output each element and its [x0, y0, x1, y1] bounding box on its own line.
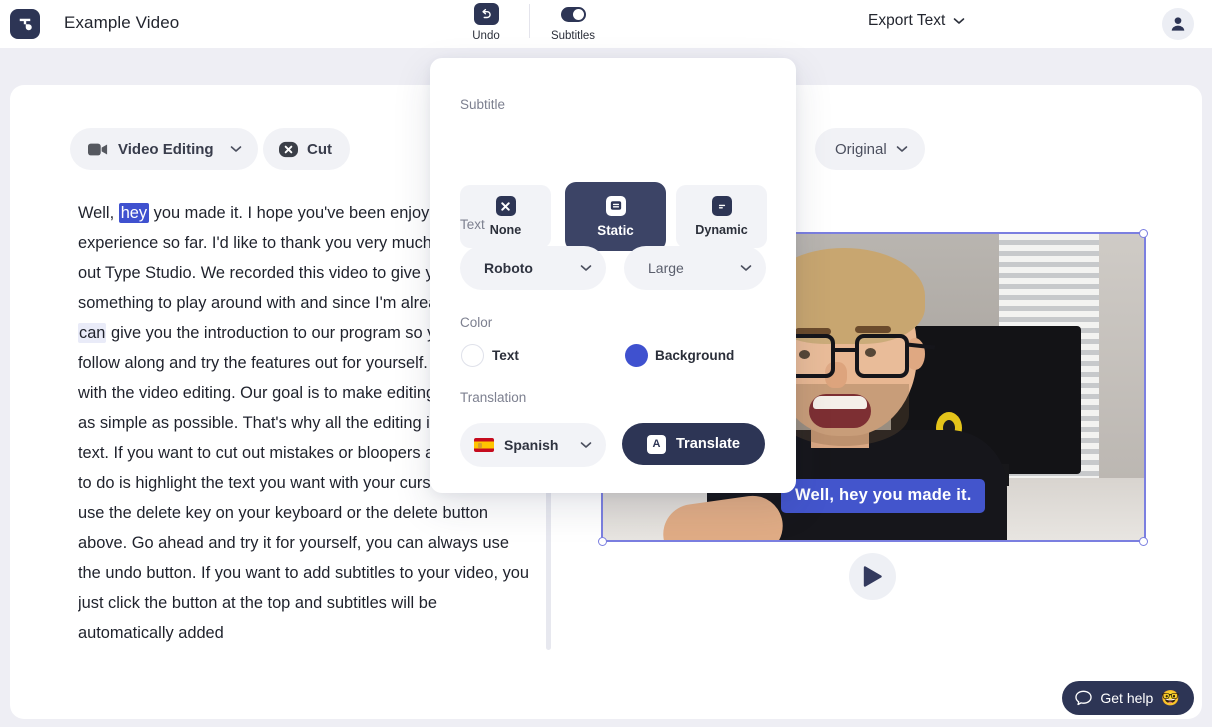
get-help-button[interactable]: Get help 🤓 [1062, 681, 1194, 715]
subtitle-option-static-label: Static [597, 222, 634, 238]
person-teeth [813, 396, 867, 409]
text-section-label: Text [460, 217, 485, 232]
resize-handle-top-right[interactable] [1139, 229, 1148, 238]
subtitles-toggle-button[interactable]: Subtitles [542, 0, 604, 42]
nerd-face-emoji-icon: 🤓 [1161, 690, 1180, 707]
original-dropdown[interactable]: Original [815, 128, 925, 170]
static-caption-icon [605, 195, 626, 216]
cut-label: Cut [307, 140, 332, 158]
translation-language-dropdown[interactable]: Spanish [460, 423, 606, 467]
app-root: Example Video Undo Subtitles Export Text [0, 0, 1212, 727]
export-text-button[interactable]: Export Text [868, 12, 965, 30]
transcript-text-before: Well, [78, 204, 119, 222]
page-title: Example Video [64, 13, 180, 32]
font-size-value: Large [648, 260, 684, 276]
subtitle-option-static[interactable]: Static [565, 182, 666, 251]
x-square-icon [495, 196, 516, 216]
get-help-label: Get help [1100, 690, 1154, 706]
video-editing-label: Video Editing [118, 140, 214, 158]
subtitle-option-none-label: None [489, 223, 522, 237]
transcript-selected-word[interactable]: hey [118, 203, 150, 223]
chevron-down-icon [953, 18, 965, 24]
toggle-switch-on-icon[interactable] [560, 7, 586, 22]
font-size-dropdown[interactable]: Large [624, 246, 766, 290]
play-icon [863, 566, 882, 587]
translate-icon: A [646, 434, 666, 454]
translate-button[interactable]: A Translate [622, 423, 765, 465]
video-subtitle-overlay[interactable]: Well, hey you made it. [781, 479, 986, 513]
subtitle-option-dynamic-label: Dynamic [695, 223, 748, 237]
export-text-label: Export Text [868, 12, 946, 29]
chevron-down-icon [230, 146, 241, 152]
background-color-swatch[interactable] [625, 344, 648, 367]
type-studio-logo-icon[interactable] [10, 9, 40, 39]
background-color-label: Background [655, 348, 735, 363]
translation-section-label: Translation [460, 390, 527, 405]
chevron-down-icon [580, 442, 592, 448]
translate-button-label: Translate [675, 436, 741, 452]
subtitles-label: Subtitles [550, 30, 596, 42]
play-button[interactable] [849, 553, 896, 600]
chevron-down-icon [896, 146, 907, 152]
font-family-dropdown[interactable]: Roboto [460, 246, 606, 290]
cut-button[interactable]: Cut [263, 128, 350, 170]
translation-language-value: Spanish [504, 437, 559, 453]
person-eyebrow-right [855, 326, 891, 333]
color-section-label: Color [460, 315, 493, 330]
top-bar: Example Video Undo Subtitles Export Text [0, 0, 1212, 48]
text-color-swatch[interactable] [461, 344, 484, 367]
glasses-bridge [835, 348, 855, 352]
chevron-down-icon [580, 265, 592, 271]
undo-label: Undo [472, 30, 500, 42]
person-mouth [809, 394, 871, 428]
dynamic-caption-icon [711, 196, 732, 216]
user-avatar-icon [1171, 17, 1185, 31]
chevron-down-icon [740, 265, 752, 271]
font-family-value: Roboto [484, 260, 533, 276]
center-tool-group: Undo Subtitles [455, 0, 604, 48]
transcript-highlighted-word[interactable]: can [78, 323, 107, 343]
chat-bubble-icon [1075, 690, 1093, 706]
undo-icon [473, 3, 499, 25]
spain-flag-icon [474, 438, 494, 452]
original-label: Original [835, 140, 887, 158]
resize-handle-bottom-left[interactable] [598, 537, 607, 546]
eyeglasses-icon [781, 334, 936, 378]
toolbar-divider [529, 4, 530, 38]
resize-handle-bottom-right[interactable] [1139, 537, 1148, 546]
x-circle-icon [279, 141, 298, 157]
glasses-lens-right [855, 334, 909, 378]
video-camera-icon [88, 143, 108, 155]
undo-button[interactable]: Undo [455, 0, 517, 42]
text-color-label: Text [492, 348, 519, 363]
avatar[interactable] [1162, 8, 1194, 40]
subtitle-option-dynamic[interactable]: Dynamic [676, 185, 767, 248]
video-editing-dropdown[interactable]: Video Editing [70, 128, 258, 170]
subtitle-section-label: Subtitle [460, 97, 506, 112]
